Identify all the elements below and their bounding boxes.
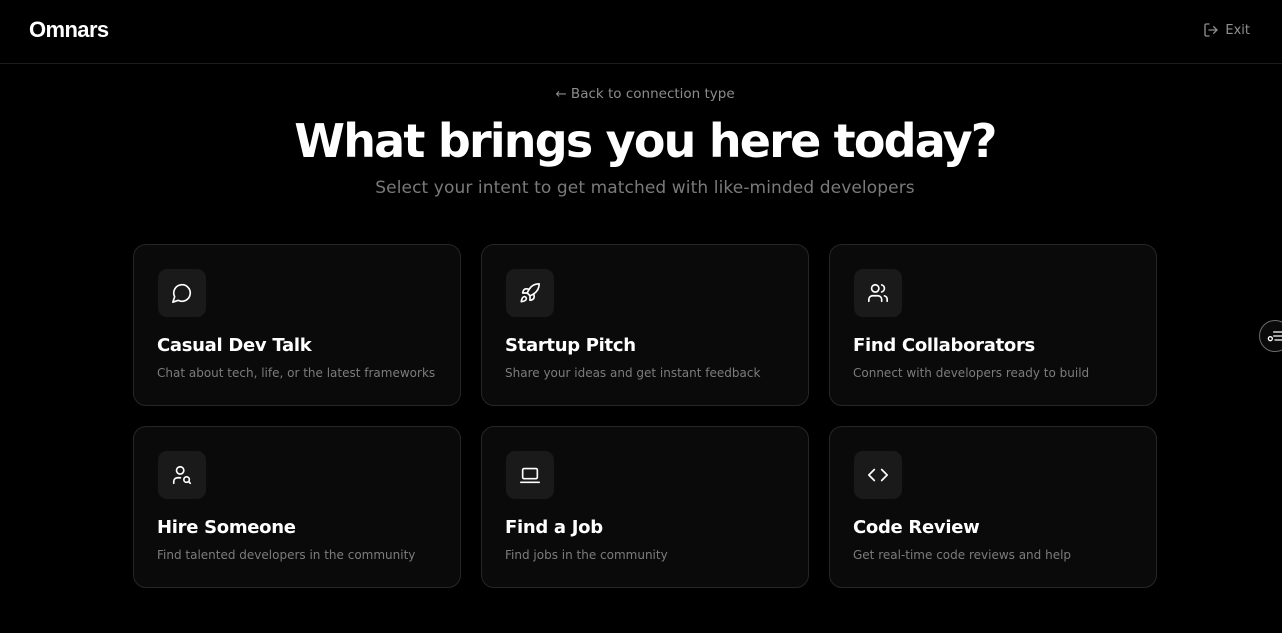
intent-description: Find jobs in the community xyxy=(505,548,668,562)
message-circle-icon xyxy=(172,283,192,303)
list-settings-icon xyxy=(1267,331,1282,342)
intent-title: Find a Job xyxy=(505,517,603,538)
intent-grid: Casual Dev Talk Chat about tech, life, o… xyxy=(133,244,1157,588)
top-bar: Omnars Exit xyxy=(0,0,1282,64)
intent-title: Hire Someone xyxy=(157,517,296,538)
code-icon xyxy=(868,468,888,482)
intent-card-hire-someone[interactable]: Hire Someone Find talented developers in… xyxy=(133,426,461,588)
intent-card-casual-dev-talk[interactable]: Casual Dev Talk Chat about tech, life, o… xyxy=(133,244,461,406)
laptop-icon xyxy=(520,467,540,484)
intent-description: Chat about tech, life, or the latest fra… xyxy=(157,366,436,380)
page-subtitle: Select your intent to get matched with l… xyxy=(375,178,915,198)
exit-label: Exit xyxy=(1225,22,1250,38)
log-out-icon xyxy=(1204,23,1219,37)
icon-container xyxy=(158,269,206,317)
icon-container xyxy=(854,269,902,317)
user-search-icon xyxy=(172,465,192,485)
exit-button[interactable]: Exit xyxy=(1203,22,1250,38)
intent-description: Share your ideas and get instant feedbac… xyxy=(505,366,761,380)
intent-title: Startup Pitch xyxy=(505,335,636,356)
rocket-icon xyxy=(520,283,540,303)
back-to-connection-type-link[interactable]: ← Back to connection type xyxy=(0,86,1282,102)
users-icon xyxy=(868,283,888,303)
intent-title: Code Review xyxy=(853,517,980,538)
intent-card-code-review[interactable]: Code Review Get real-time code reviews a… xyxy=(829,426,1157,588)
icon-container xyxy=(506,451,554,499)
intent-title: Casual Dev Talk xyxy=(157,335,312,356)
intent-title: Find Collaborators xyxy=(853,335,1035,356)
app-logo[interactable]: Omnars xyxy=(29,17,109,43)
intent-card-find-collaborators[interactable]: Find Collaborators Connect with develope… xyxy=(829,244,1157,406)
page-title: What brings you here today? xyxy=(294,114,997,168)
intent-description: Get real-time code reviews and help xyxy=(853,548,1072,562)
intent-description: Connect with developers ready to build xyxy=(853,366,1090,380)
icon-container xyxy=(854,451,902,499)
side-panel-toggle-button[interactable] xyxy=(1259,320,1282,352)
icon-container xyxy=(506,269,554,317)
intent-card-find-a-job[interactable]: Find a Job Find jobs in the community xyxy=(481,426,809,588)
intent-card-startup-pitch[interactable]: Startup Pitch Share your ideas and get i… xyxy=(481,244,809,406)
icon-container xyxy=(158,451,206,499)
intent-description: Find talented developers in the communit… xyxy=(157,548,416,562)
